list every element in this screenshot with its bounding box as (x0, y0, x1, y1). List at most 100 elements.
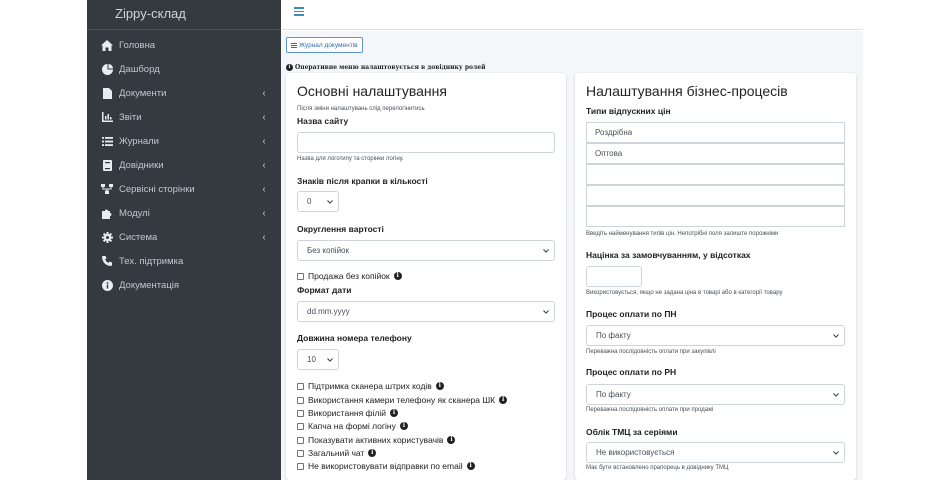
sale-no-kopecks-row: Продажа без копійок i (297, 271, 402, 281)
sidebar-item-directories[interactable]: Довідники ‹ (87, 153, 281, 177)
general-chat-checkbox[interactable] (297, 449, 304, 457)
markup-hint: Використовується, якщо не задана ціна в … (586, 290, 783, 296)
sitemap-icon (101, 183, 113, 195)
sidebar-item-label: Головна (119, 39, 156, 51)
checkbox-label: Не використовувати відправки по email (308, 461, 463, 471)
info-icon[interactable]: i (390, 409, 399, 417)
chevron-down-icon (833, 393, 839, 397)
sale-no-kopecks-label: Продажа без копійок (308, 271, 390, 281)
checkbox-label: Використання камери телефону як сканера … (308, 395, 496, 405)
chevron-left-icon: ‹ (262, 111, 266, 123)
puzzle-icon (101, 207, 113, 219)
sidebar-item-journals[interactable]: Журнали ‹ (87, 129, 281, 153)
info-icon[interactable]: i (368, 449, 377, 457)
captcha-checkbox[interactable] (297, 422, 304, 430)
price-type-input[interactable] (586, 164, 845, 185)
sidebar-item-home[interactable]: Головна (87, 33, 281, 57)
chevron-left-icon: ‹ (262, 159, 266, 171)
chevron-left-icon: ‹ (262, 207, 266, 219)
info-icon[interactable]: i (435, 382, 444, 390)
sidebar-item-label: Сервісні сторінки (119, 183, 195, 195)
rounding-label: Округлення вартості (297, 224, 384, 234)
rn-payment-select[interactable]: По факту (586, 384, 845, 405)
sale-no-kopecks-checkbox[interactable] (297, 272, 304, 280)
top-navbar (281, 0, 863, 30)
decimals-value: 0 (307, 197, 312, 206)
phone-length-value: 10 (307, 355, 316, 364)
markup-label: Націнка за замовчуванням, у відсотках (586, 250, 751, 260)
roles-notice-text: Оперативне меню налаштовується в довідни… (295, 64, 486, 71)
price-type-input[interactable]: Роздрібна (586, 122, 845, 143)
sidebar-item-documentation[interactable]: Документація (87, 273, 281, 297)
price-types-hint: Введіть найменування типів цін. Непотріб… (586, 231, 779, 237)
info-icon: i (286, 64, 293, 71)
pn-payment-hint: Переважна послідовність оплати при закуп… (586, 349, 716, 355)
checkbox-label: Капча на формі логіну (308, 421, 396, 431)
active-users-checkbox[interactable] (297, 436, 304, 444)
series-accounting-select[interactable]: Не використовується (586, 442, 845, 463)
date-format-value: dd.mm.yyyy (307, 307, 350, 316)
chevron-left-icon: ‹ (262, 135, 266, 147)
checkbox-label: Підтримка сканера штрих кодів (308, 381, 432, 391)
rounding-select[interactable]: Без копійок (297, 240, 555, 261)
info-icon[interactable]: i (393, 272, 402, 280)
branches-checkbox[interactable] (297, 409, 304, 417)
barcode-scanner-row: Підтримка сканера штрих кодів i (297, 381, 444, 391)
sidebar-item-label: Документи (119, 87, 167, 99)
camera-scanner-row: Використання камери телефону як сканера … (297, 395, 508, 405)
no-email-checkbox[interactable] (297, 462, 304, 470)
sidebar-nav: Головна Дашборд Документи ‹ Звіти ‹ Журн… (87, 30, 281, 297)
markup-input[interactable] (586, 266, 642, 287)
info-circle-icon (101, 279, 113, 291)
series-accounting-hint: Має бути встановлено прапорець в довідни… (586, 465, 729, 471)
chevron-down-icon (327, 358, 333, 362)
general-chat-row: Загальний чат i (297, 448, 377, 458)
checkbox-label: Загальний чат (308, 448, 365, 458)
site-name-input[interactable] (297, 132, 555, 153)
site-name-hint: Назва для логотипу та сторінки логіну. (297, 156, 404, 162)
barcode-scanner-checkbox[interactable] (297, 382, 304, 390)
decimals-select[interactable]: 0 (297, 191, 339, 212)
sidebar-item-system[interactable]: Система ‹ (87, 225, 281, 249)
info-icon[interactable]: i (466, 462, 475, 470)
pn-payment-select[interactable]: По факту (586, 325, 845, 346)
camera-scanner-checkbox[interactable] (297, 396, 304, 404)
sidebar-item-label: Документація (119, 279, 180, 291)
sidebar-item-documents[interactable]: Документи ‹ (87, 81, 281, 105)
info-icon[interactable]: i (499, 396, 508, 404)
brand-logo[interactable]: Zippy-склад (87, 0, 281, 30)
sidebar-item-dashboard[interactable]: Дашборд (87, 57, 281, 81)
date-format-label: Формат дати (297, 285, 352, 295)
chevron-down-icon (833, 451, 839, 455)
pn-payment-value: По факту (596, 331, 631, 340)
app-page: Zippy-склад Головна Дашборд Документи ‹ … (0, 0, 950, 480)
series-accounting-label: Облік ТМЦ за серіями (586, 427, 678, 437)
main-settings-title: Основні налаштування (297, 83, 447, 99)
sidebar-item-reports[interactable]: Звіти ‹ (87, 105, 281, 129)
decimals-label: Знаків після крапки в кількості (297, 176, 428, 186)
price-type-input[interactable]: Оптова (586, 143, 845, 164)
price-type-input[interactable] (586, 206, 845, 227)
price-type-input[interactable] (586, 185, 845, 206)
chart-icon (101, 111, 113, 123)
journal-documents-button[interactable]: Журнал документів (286, 37, 363, 53)
price-types-label: Типи відпускних цін (586, 106, 671, 116)
chevron-down-icon (543, 249, 549, 253)
checkbox-label: Показувати активних користувачів (308, 435, 444, 445)
chevron-down-icon (833, 334, 839, 338)
info-icon[interactable]: i (447, 436, 456, 444)
sidebar-item-support[interactable]: Тех. підтримка (87, 249, 281, 273)
info-icon[interactable]: i (399, 422, 408, 430)
chevron-left-icon: ‹ (262, 231, 266, 243)
sidebar-item-service-pages[interactable]: Сервісні сторінки ‹ (87, 177, 281, 201)
home-icon (101, 39, 113, 51)
relogin-hint: Після зміни налаштувань слід перелогінит… (297, 106, 425, 112)
sidebar: Zippy-склад Головна Дашборд Документи ‹ … (87, 0, 281, 480)
rn-payment-hint: Переважна послідовність оплати при прода… (586, 407, 714, 413)
date-format-select[interactable]: dd.mm.yyyy (297, 301, 555, 322)
sidebar-item-modules[interactable]: Модулі ‹ (87, 201, 281, 225)
menu-toggle-icon[interactable] (294, 7, 304, 16)
phone-length-select[interactable]: 10 (297, 349, 339, 370)
chevron-down-icon (327, 200, 333, 204)
business-settings-title: Налаштування бізнес-процесів (586, 83, 788, 99)
